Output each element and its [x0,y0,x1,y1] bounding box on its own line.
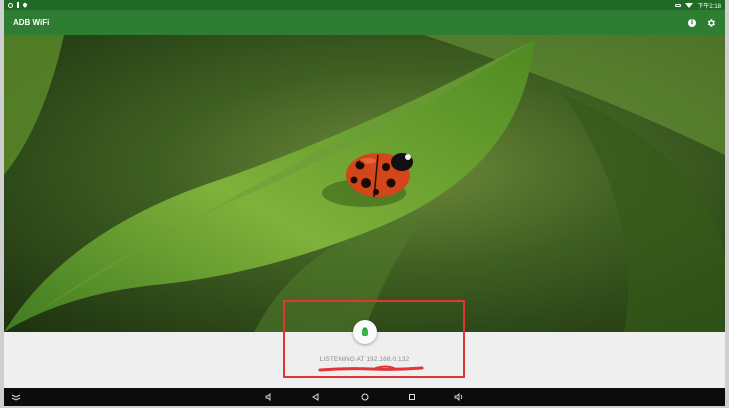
volume-up-button[interactable] [453,391,465,403]
app-bar: ADB WiFi i [4,10,725,35]
wifi-icon [685,2,694,8]
home-icon [361,393,369,401]
usb-icon [17,2,19,8]
app-title: ADB WiFi [13,18,50,27]
menu-collapse-button[interactable] [10,391,22,403]
status-time: 下午2:18 [697,3,721,10]
app-bar-actions: i [688,18,716,28]
navigation-bar [4,388,725,406]
recents-button[interactable] [406,391,418,403]
back-button[interactable] [310,391,322,403]
volume-down-icon [265,392,271,402]
location-icon [22,2,28,8]
volume-down-button[interactable] [263,391,275,403]
status-bar: 下午2:18 [4,0,725,10]
annotation-underline-scribble [318,365,424,372]
device-screen: 下午2:18 ADB WiFi i LISTENING AT 192.168.0… [4,0,725,406]
volume-up-icon [454,392,463,402]
android-bug-icon [362,327,368,336]
sync-icon [8,2,13,8]
menu-collapse-icon [11,394,21,401]
status-bar-left [8,2,28,8]
home-button[interactable] [359,391,371,403]
recents-icon [409,394,415,400]
hero-ladybug-image [4,35,725,332]
connect-fab-button[interactable] [353,320,377,344]
settings-gear-icon[interactable] [706,18,716,28]
back-icon [312,393,319,401]
vpn-key-icon [675,3,682,7]
info-icon[interactable]: i [688,18,696,27]
status-bar-right: 下午2:18 [675,1,721,10]
